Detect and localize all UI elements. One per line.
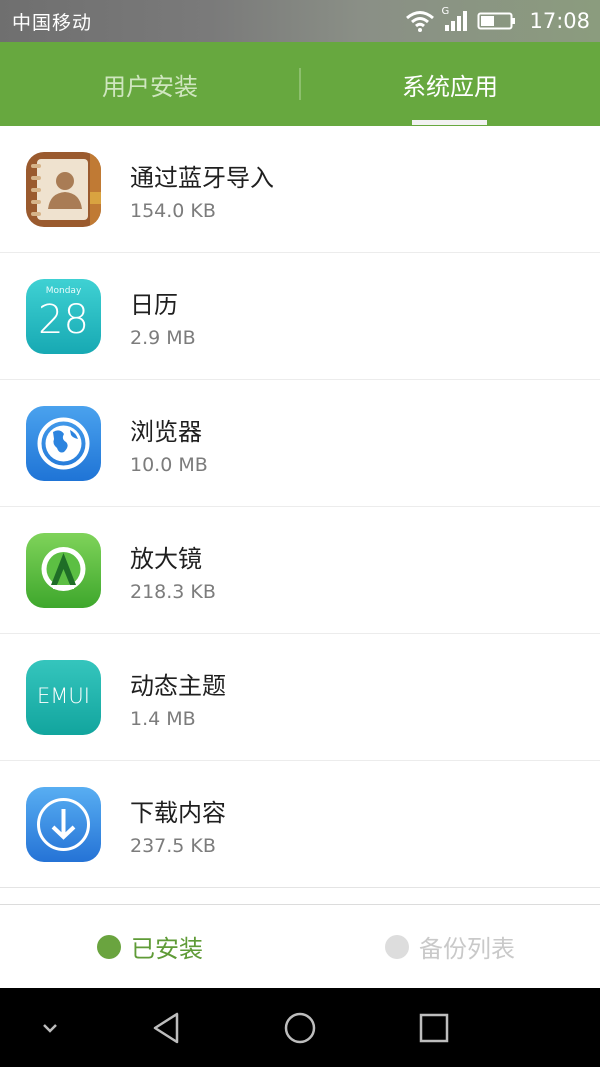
tab-label: 已安装 <box>131 935 203 963</box>
list-item[interactable]: EMUI 动态主题 1.4 MB <box>0 634 600 761</box>
tab-header: 用户安装 系统应用 <box>0 42 600 126</box>
chevron-down-icon[interactable] <box>30 1010 70 1046</box>
network-type-label: G <box>441 6 450 17</box>
tab-system-apps[interactable]: 系统应用 <box>300 42 600 126</box>
magnifier-icon <box>26 533 101 608</box>
list-item[interactable]: Monday 28 日历 2.9 MB <box>0 253 600 380</box>
battery-icon <box>477 10 517 32</box>
app-name: 通过蓝牙导入 <box>130 164 274 192</box>
app-name: 日历 <box>130 291 178 319</box>
app-size: 154.0 KB <box>130 200 216 222</box>
list-item[interactable]: 通过蓝牙导入 154.0 KB <box>0 126 600 253</box>
app-size: 2.9 MB <box>130 327 196 349</box>
tab-label: 系统应用 <box>402 72 498 101</box>
app-size: 237.5 KB <box>130 835 216 857</box>
app-name: 动态主题 <box>130 672 226 700</box>
navigation-bar <box>0 988 600 1067</box>
bottom-tab-bar: 已安装 备份列表 <box>0 904 600 988</box>
backup-indicator-icon <box>385 934 409 959</box>
status-icons: G 17:08 <box>405 6 590 33</box>
installed-indicator-icon <box>97 934 121 959</box>
app-list: 通过蓝牙导入 154.0 KB Monday 28 日历 2.9 MB 浏览器 … <box>0 126 600 888</box>
tab-user-installed[interactable]: 用户安装 <box>0 42 300 126</box>
status-bar: 中国移动 G 17:08 <box>0 0 600 42</box>
app-size: 1.4 MB <box>130 708 196 730</box>
list-item[interactable]: 放大镜 218.3 KB <box>0 507 600 634</box>
tab-installed[interactable]: 已安装 <box>0 905 300 988</box>
themes-icon: EMUI <box>26 660 101 735</box>
wifi-icon <box>405 10 435 32</box>
app-name: 放大镜 <box>130 545 202 573</box>
app-size: 218.3 KB <box>130 581 216 603</box>
calendar-weekday: Monday <box>45 286 82 296</box>
home-icon[interactable] <box>280 1010 320 1046</box>
calendar-day: 28 <box>38 297 89 343</box>
list-item[interactable]: 下载内容 237.5 KB <box>0 761 600 888</box>
signal-icon: G <box>441 6 469 32</box>
app-name: 浏览器 <box>130 418 202 446</box>
calendar-icon: Monday 28 <box>26 279 101 354</box>
app-size: 10.0 MB <box>130 454 208 476</box>
clock: 17:08 <box>529 9 590 33</box>
active-tab-indicator <box>412 120 487 125</box>
tab-label: 备份列表 <box>419 935 515 963</box>
browser-icon <box>26 406 101 481</box>
tab-backup-list[interactable]: 备份列表 <box>300 905 600 988</box>
carrier-label: 中国移动 <box>12 11 93 34</box>
list-item[interactable]: 浏览器 10.0 MB <box>0 380 600 507</box>
recents-icon[interactable] <box>413 1010 453 1046</box>
tab-label: 用户安装 <box>102 72 198 101</box>
app-name: 下载内容 <box>130 799 226 827</box>
contacts-icon <box>26 152 101 227</box>
downloads-icon <box>26 787 101 862</box>
back-icon[interactable] <box>147 1010 187 1046</box>
emui-logo: EMUI <box>37 684 90 708</box>
